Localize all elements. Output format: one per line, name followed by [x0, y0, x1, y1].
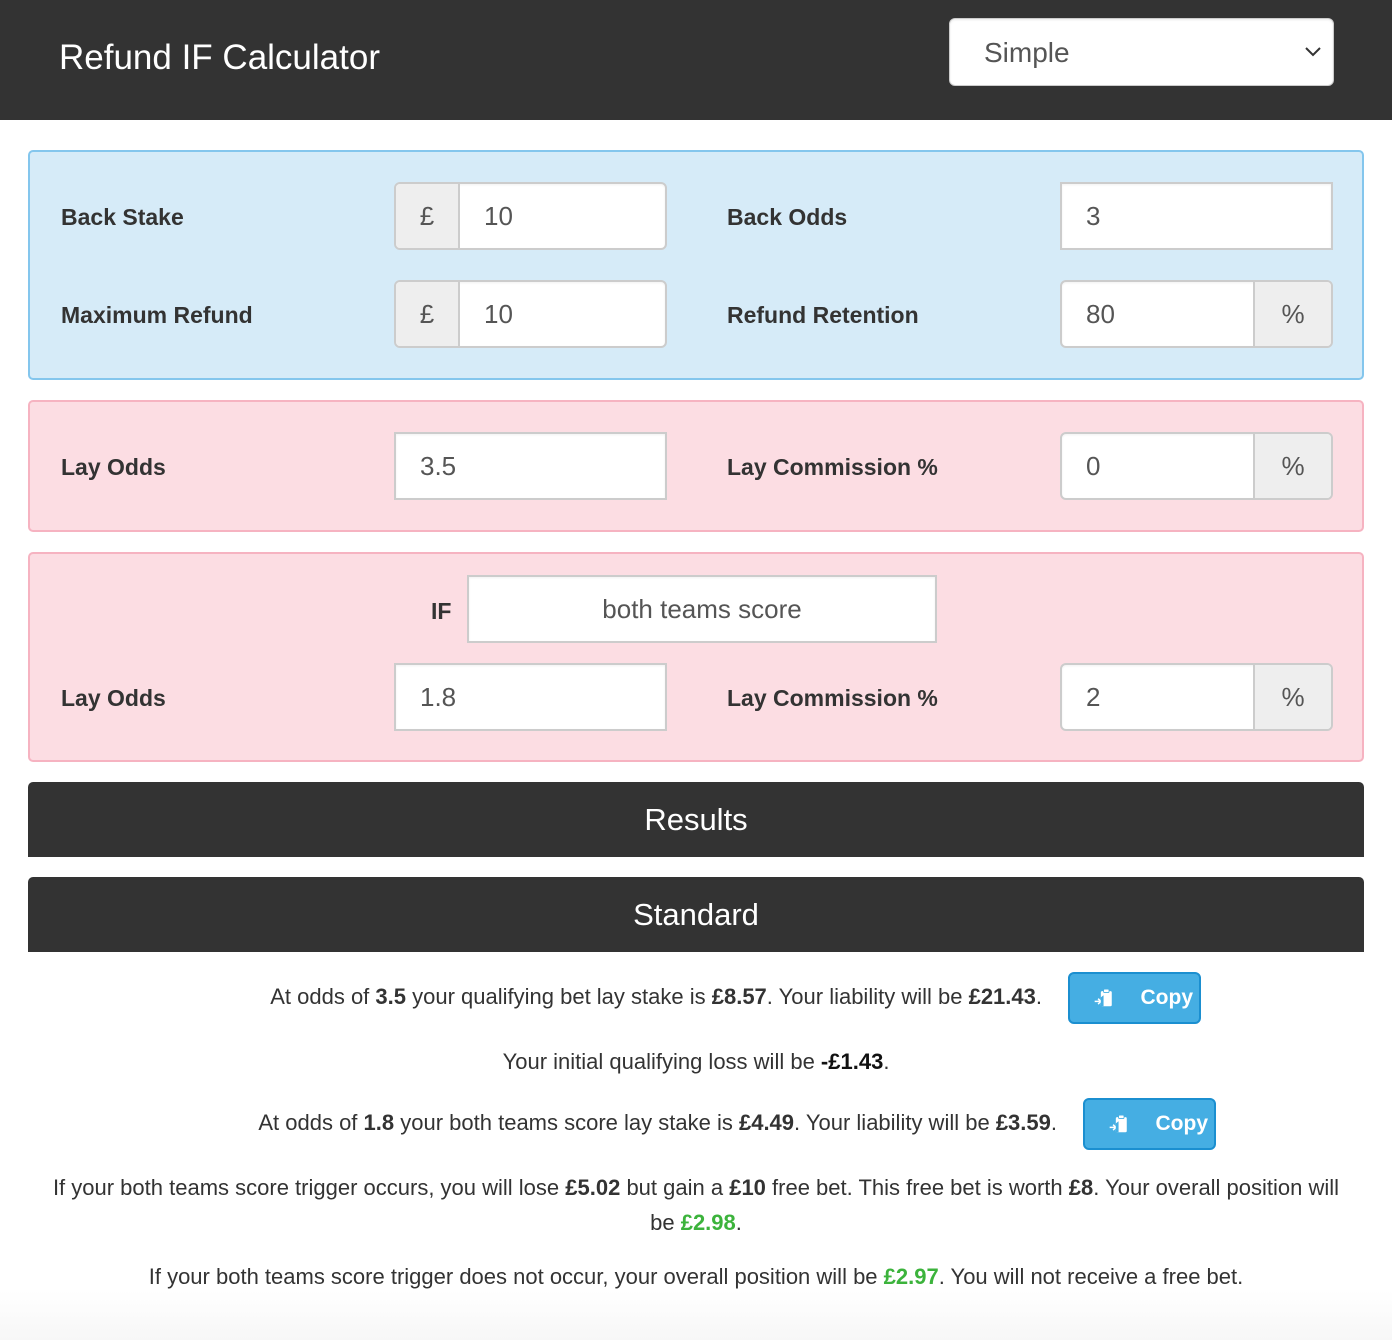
refund-retention-field: %: [1060, 280, 1333, 348]
back-odds-field: [1060, 182, 1333, 250]
if-lay-commission-input[interactable]: [1062, 665, 1253, 729]
copy-qualifying-button[interactable]: Copy: [1068, 972, 1201, 1024]
qualifying-lay-line: At odds of 3.5 your qualifying bet lay s…: [28, 979, 1064, 1014]
lay-commission-input[interactable]: [1062, 434, 1253, 498]
back-odds-input[interactable]: [1062, 184, 1331, 248]
text: Your initial qualifying loss will be: [502, 1049, 821, 1074]
copy-trigger-button[interactable]: Copy: [1083, 1098, 1216, 1150]
trigger-field: [467, 575, 937, 643]
text: your both teams score lay stake is: [394, 1110, 739, 1135]
results-header: Results: [28, 782, 1364, 857]
if-lay-commission-label: Lay Commission %: [727, 685, 938, 711]
refund-retention-input[interactable]: [1062, 282, 1253, 346]
trigger-not-occurs-line: If your both teams score trigger does no…: [28, 1259, 1364, 1294]
maximum-refund-input[interactable]: [460, 282, 665, 346]
text: If your both teams score trigger occurs,…: [52, 1175, 566, 1200]
if-lay-odds-label: Lay Odds: [61, 685, 166, 711]
back-bet-panel: Back Stake £ Back Odds Maximum Refund £ …: [28, 150, 1364, 380]
text: . Your liability will be: [766, 984, 969, 1009]
trigger-lay-line: At odds of 1.8 your both teams score lay…: [28, 1105, 1079, 1140]
currency-addon: £: [396, 184, 460, 248]
trigger-input[interactable]: [469, 577, 935, 641]
copy-label: Copy: [1140, 986, 1194, 1009]
header-bar: Refund IF Calculator Simple: [0, 0, 1392, 120]
lay-odds-label: Lay Odds: [61, 454, 166, 480]
maximum-refund-label: Maximum Refund: [61, 302, 253, 328]
qualifying-loss-value: -£1.43: [820, 1049, 884, 1074]
text: .: [883, 1049, 890, 1074]
qualifying-loss-line: Your initial qualifying loss will be -£1…: [28, 1044, 1364, 1079]
lay-bet-panel: Lay Odds Lay Commission % %: [28, 400, 1364, 532]
overall-position-trigger: £2.98: [680, 1210, 736, 1235]
trigger-lay-stake: £4.49: [738, 1110, 795, 1135]
text: free bet. This free bet is worth: [765, 1175, 1069, 1200]
copy-label: Copy: [1155, 1112, 1209, 1135]
mode-select[interactable]: Simple: [949, 18, 1334, 86]
trigger-lay-odds: 1.8: [363, 1110, 395, 1135]
lay-odds-field: [394, 432, 667, 500]
text: .: [1035, 984, 1042, 1009]
percent-addon: %: [1253, 665, 1331, 729]
trigger-loss-value: £5.02: [565, 1175, 621, 1200]
lay-commission-label: Lay Commission %: [727, 454, 938, 480]
qualifying-lay-odds: 3.5: [375, 984, 407, 1009]
text: .: [1050, 1110, 1057, 1135]
clipboard-paste-icon: [1109, 1114, 1127, 1133]
text: your qualifying bet lay stake is: [406, 984, 712, 1009]
text: but gain a: [620, 1175, 730, 1200]
lay-commission-field: %: [1060, 432, 1333, 500]
if-lay-odds-input[interactable]: [396, 665, 665, 729]
overall-position-no-trigger: £2.97: [883, 1264, 939, 1289]
clipboard-paste-icon: [1094, 988, 1112, 1007]
page-title: Refund IF Calculator: [59, 38, 380, 77]
qualifying-lay-stake: £8.57: [711, 984, 767, 1009]
if-trigger-panel: IF Lay Odds Lay Commission % %: [28, 552, 1364, 762]
mode-select-value: Simple: [984, 37, 1070, 68]
if-lay-odds-field: [394, 663, 667, 731]
back-stake-label: Back Stake: [61, 204, 184, 230]
text: . You will not receive a free bet.: [938, 1264, 1244, 1289]
text: At odds of: [270, 984, 376, 1009]
text: .: [735, 1210, 742, 1235]
back-stake-field: £: [394, 182, 667, 250]
free-bet-worth: £8: [1068, 1175, 1094, 1200]
back-odds-label: Back Odds: [727, 204, 848, 230]
text: . Your liability will be: [794, 1110, 996, 1135]
percent-addon: %: [1253, 434, 1331, 498]
qualifying-liability: £21.43: [968, 984, 1036, 1009]
maximum-refund-field: £: [394, 280, 667, 348]
standard-section-header: Standard: [28, 877, 1364, 952]
lay-odds-input[interactable]: [396, 434, 665, 498]
if-lay-commission-field: %: [1060, 663, 1333, 731]
if-label: IF: [431, 598, 452, 624]
percent-addon: %: [1253, 282, 1331, 346]
text: If your both teams score trigger does no…: [148, 1264, 884, 1289]
currency-addon: £: [396, 282, 460, 346]
free-bet-value: £10: [729, 1175, 766, 1200]
refund-retention-label: Refund Retention: [727, 302, 919, 328]
trigger-liability: £3.59: [995, 1110, 1051, 1135]
trigger-occurs-line: If your both teams score trigger occurs,…: [40, 1170, 1352, 1240]
chevron-down-icon: [1305, 47, 1321, 57]
text: At odds of: [258, 1110, 364, 1135]
back-stake-input[interactable]: [460, 184, 665, 248]
